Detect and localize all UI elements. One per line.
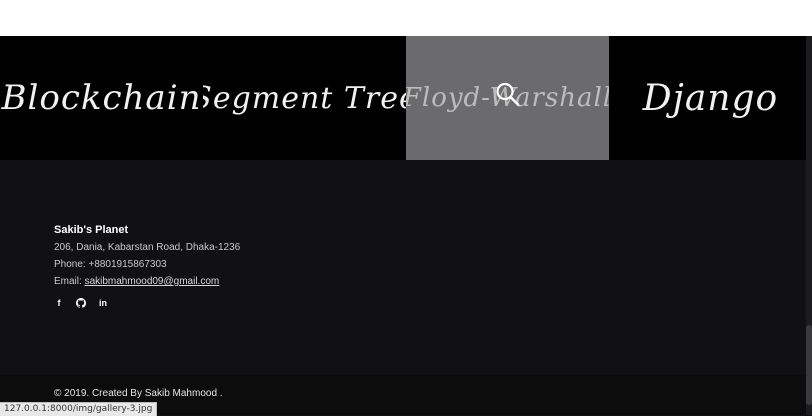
phone: Phone: +8801915867303 xyxy=(54,259,167,270)
status-bar-url: 127.0.0.1:8000/img/gallery-3.jpg xyxy=(0,402,158,416)
gallery-item-floyd-warshall[interactable]: Floyd-Warshall xyxy=(406,36,609,160)
gallery-item-label: Django xyxy=(642,77,779,119)
email-label: Email: xyxy=(54,276,85,287)
gallery-strip: Blockchain Segment Tree Floyd-Warshall D… xyxy=(0,36,812,160)
header-area xyxy=(0,0,812,36)
address: 206, Dania, Kabarstan Road, Dhaka-1236 xyxy=(54,242,241,253)
github-icon[interactable] xyxy=(76,298,86,308)
gallery-item-label: Segment Tree xyxy=(203,80,406,116)
scrollbar-thumb[interactable] xyxy=(806,325,812,405)
search-icon[interactable] xyxy=(495,82,521,112)
facebook-icon[interactable]: f xyxy=(54,298,64,308)
contact-info: Sakib's Planet 206, Dania, Kabarstan Roa… xyxy=(54,222,240,290)
gallery-item-blockchain[interactable]: Blockchain xyxy=(0,36,203,160)
copyright-text: © 2019. Created By Sakib Mahmood . xyxy=(54,388,223,399)
social-links: f in xyxy=(54,298,108,308)
footer: Sakib's Planet 206, Dania, Kabarstan Roa… xyxy=(0,160,812,375)
email-link[interactable]: sakibmahmood09@gmail.com xyxy=(85,276,220,287)
gallery-item-label: Blockchain xyxy=(1,78,202,118)
email-line: Email: sakibmahmood09@gmail.com xyxy=(54,273,240,290)
gallery-item-segment-tree[interactable]: Segment Tree xyxy=(203,36,406,160)
gallery-item-django[interactable]: Django xyxy=(609,36,812,160)
linkedin-icon[interactable]: in xyxy=(98,298,108,308)
site-name: Sakib's Planet xyxy=(54,224,129,236)
